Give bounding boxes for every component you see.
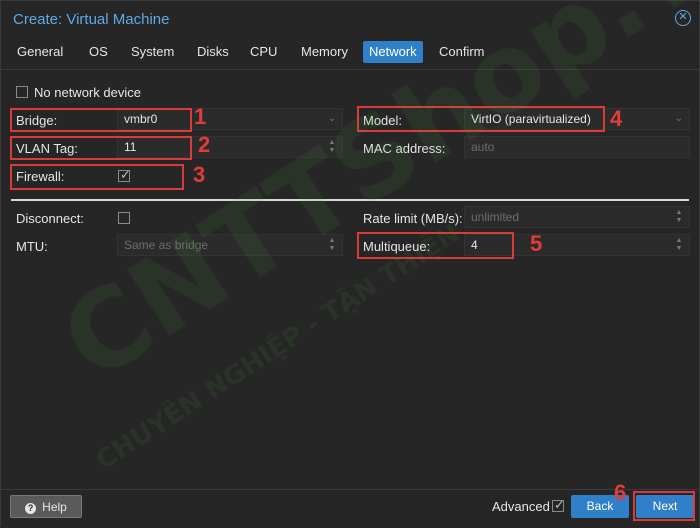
no-network-checkbox[interactable] — [16, 86, 28, 98]
rate-limit-label: Rate limit (MB/s): — [363, 211, 463, 226]
annotation-box-1 — [10, 108, 192, 132]
question-icon: ? — [25, 503, 37, 514]
annotation-number-5: 5 — [530, 231, 543, 256]
mac-label: MAC address: — [363, 141, 446, 156]
annotation-number-3: 3 — [193, 162, 206, 187]
tab-network[interactable]: Network — [363, 41, 423, 63]
rate-limit-placeholder: unlimited — [471, 210, 520, 224]
annotation-box-3 — [10, 164, 184, 190]
create-vm-dialog: Create: Virtual Machine ✕ General OS Sys… — [0, 0, 700, 528]
close-icon[interactable]: ✕ — [675, 10, 691, 26]
watermark: CNTTShop.vn CHUYÊN NGHIỆP - TẬN THIỆN — [1, 0, 700, 528]
chevron-down-icon: ⌄ — [674, 113, 683, 124]
tab-confirm[interactable]: Confirm — [433, 41, 491, 63]
advanced-label: Advanced — [492, 499, 550, 514]
tab-general[interactable]: General — [11, 41, 69, 63]
tab-disks[interactable]: Disks — [191, 41, 235, 63]
help-button[interactable]: ? Help — [10, 495, 82, 518]
mtu-placeholder: Same as bridge — [124, 238, 209, 252]
mtu-label: MTU: — [16, 239, 48, 254]
dialog-title: Create: Virtual Machine — [13, 11, 170, 28]
tab-system[interactable]: System — [125, 41, 180, 63]
annotation-box-5 — [357, 232, 514, 259]
annotation-number-1: 1 — [194, 104, 207, 129]
section-divider — [11, 199, 689, 201]
help-label: Help — [42, 500, 67, 514]
tab-os[interactable]: OS — [83, 41, 114, 63]
title-bar: Create: Virtual Machine ✕ — [1, 1, 699, 37]
rate-limit-input[interactable]: unlimited ▲ ▼ — [464, 206, 690, 228]
chevron-down-icon: ⌄ — [327, 113, 336, 124]
mac-input[interactable]: auto — [464, 136, 690, 158]
advanced-checkbox[interactable]: ✓ — [552, 497, 565, 512]
spinner-icon[interactable]: ▲ ▼ — [675, 209, 683, 225]
annotation-box-2 — [10, 136, 192, 160]
no-network-label: No network device — [34, 85, 141, 100]
spinner-icon[interactable]: ▲ ▼ — [675, 237, 683, 253]
tab-memory[interactable]: Memory — [295, 41, 354, 63]
tab-cpu[interactable]: CPU — [244, 41, 283, 63]
spinner-icon[interactable]: ▲ ▼ — [328, 139, 336, 155]
tab-divider — [1, 69, 699, 70]
spinner-icon[interactable]: ▲ ▼ — [328, 237, 336, 253]
disconnect-checkbox[interactable] — [118, 212, 130, 224]
mac-placeholder: auto — [471, 140, 495, 154]
annotation-number-4: 4 — [610, 106, 623, 131]
annotation-box-4 — [357, 106, 605, 132]
annotation-number-6: 6 — [614, 480, 627, 505]
disconnect-label: Disconnect: — [16, 211, 84, 226]
check-icon: ✓ — [554, 497, 565, 512]
mtu-input[interactable]: Same as bridge ▲ ▼ — [117, 234, 343, 256]
annotation-number-2: 2 — [198, 132, 211, 157]
annotation-box-6 — [633, 491, 695, 521]
